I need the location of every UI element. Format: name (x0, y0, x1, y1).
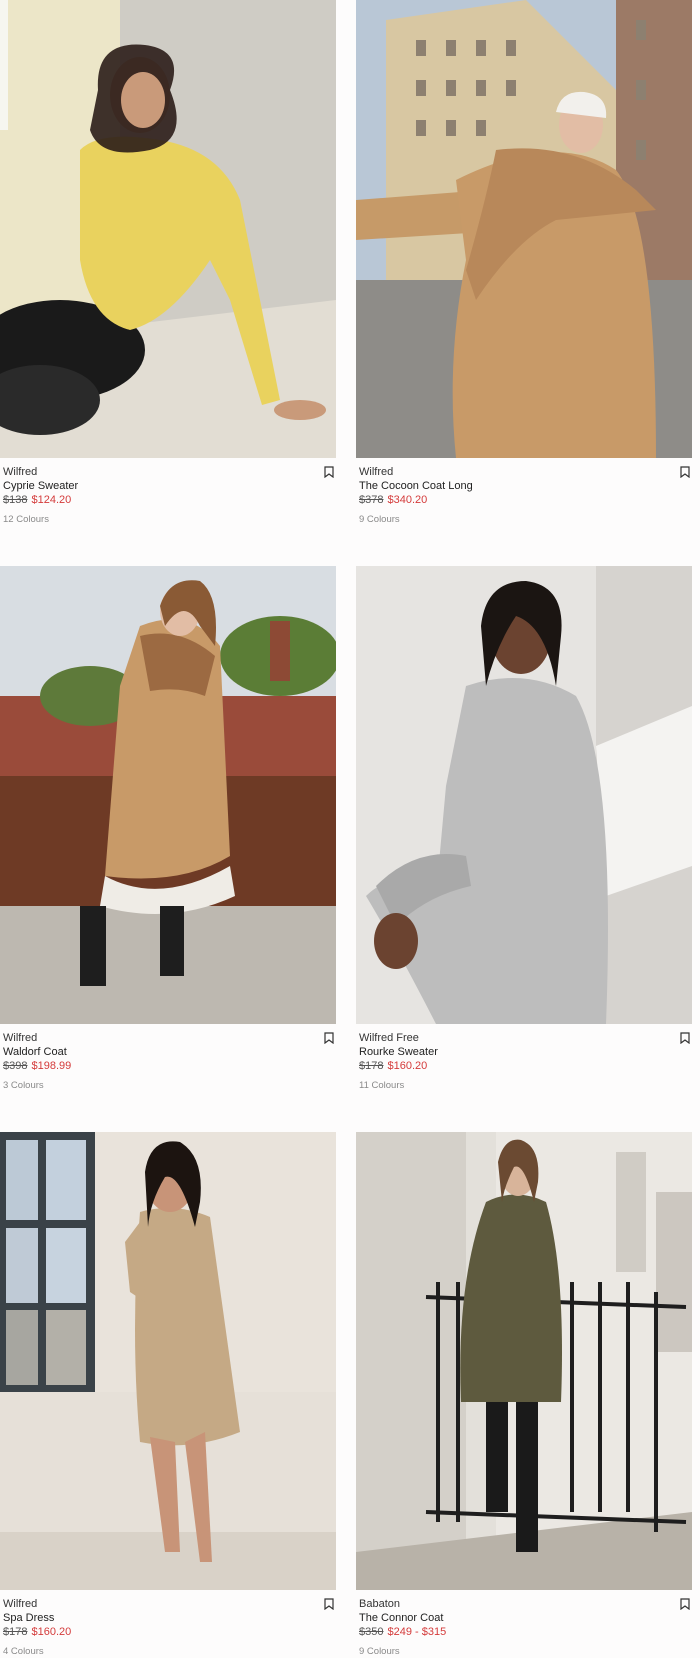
sale-price: $160.20 (31, 1626, 72, 1638)
product-brand[interactable]: Wilfred Free (359, 1031, 692, 1045)
product-image[interactable] (0, 1132, 336, 1590)
product-price: $178 $160.20 (3, 1625, 336, 1639)
product-card[interactable]: Wilfred Waldorf Coat $398 $198.99 3 Colou… (0, 566, 336, 1092)
product-name[interactable]: Rourke Sweater (359, 1045, 692, 1059)
product-name[interactable]: Cyprie Sweater (3, 479, 336, 493)
bookmark-icon[interactable] (680, 466, 690, 478)
original-price: $178 (359, 1060, 384, 1072)
product-brand[interactable]: Wilfred (3, 1031, 336, 1045)
colour-count: 11 Colours (359, 1080, 405, 1091)
product-name[interactable]: The Connor Coat (359, 1611, 692, 1625)
product-grid: Wilfred Cyprie Sweater $138 $124.20 12 Co… (0, 0, 700, 1658)
product-price: $378 $340.20 (359, 493, 692, 507)
product-image[interactable] (0, 566, 336, 1024)
product-brand[interactable]: Wilfred (3, 465, 336, 479)
product-name[interactable]: Waldorf Coat (3, 1045, 336, 1059)
colour-count: 9 Colours (359, 514, 400, 525)
product-image[interactable] (356, 0, 692, 458)
original-price: $138 (3, 494, 28, 506)
bookmark-icon[interactable] (680, 1032, 690, 1044)
product-card[interactable]: Wilfred Spa Dress $178 $160.20 4 Colours (0, 1132, 336, 1658)
product-card[interactable]: Wilfred Cyprie Sweater $138 $124.20 12 Co… (0, 0, 336, 526)
colour-count: 4 Colours (3, 1646, 44, 1657)
product-image[interactable] (356, 1132, 692, 1590)
product-image[interactable] (356, 566, 692, 1024)
sale-price: $340.20 (387, 494, 428, 506)
sale-price: $198.99 (31, 1060, 72, 1072)
product-name[interactable]: Spa Dress (3, 1611, 336, 1625)
product-price: $398 $198.99 (3, 1059, 336, 1073)
original-price: $178 (3, 1626, 28, 1638)
bookmark-icon[interactable] (680, 1598, 690, 1610)
product-card[interactable]: Wilfred The Cocoon Coat Long $378 $340.20… (356, 0, 692, 526)
colour-count: 3 Colours (3, 1080, 44, 1091)
product-card[interactable]: Babaton The Connor Coat $350 $249 - $315 … (356, 1132, 692, 1658)
product-brand[interactable]: Babaton (359, 1597, 692, 1611)
product-brand[interactable]: Wilfred (359, 465, 692, 479)
product-price: $138 $124.20 (3, 493, 336, 507)
product-name[interactable]: The Cocoon Coat Long (359, 479, 692, 493)
original-price: $378 (359, 494, 384, 506)
original-price: $398 (3, 1060, 28, 1072)
product-brand[interactable]: Wilfred (3, 1597, 336, 1611)
bookmark-icon[interactable] (324, 1598, 334, 1610)
sale-price: $160.20 (387, 1060, 428, 1072)
sale-price: $124.20 (31, 494, 72, 506)
bookmark-icon[interactable] (324, 1032, 334, 1044)
product-image[interactable] (0, 0, 336, 458)
sale-price: $249 - $315 (387, 1626, 447, 1638)
product-price: $350 $249 - $315 (359, 1625, 692, 1639)
colour-count: 12 Colours (3, 514, 49, 525)
bookmark-icon[interactable] (324, 466, 334, 478)
product-price: $178 $160.20 (359, 1059, 692, 1073)
original-price: $350 (359, 1626, 384, 1638)
product-card[interactable]: Wilfred Free Rourke Sweater $178 $160.20 … (356, 566, 692, 1092)
colour-count: 9 Colours (359, 1646, 400, 1657)
